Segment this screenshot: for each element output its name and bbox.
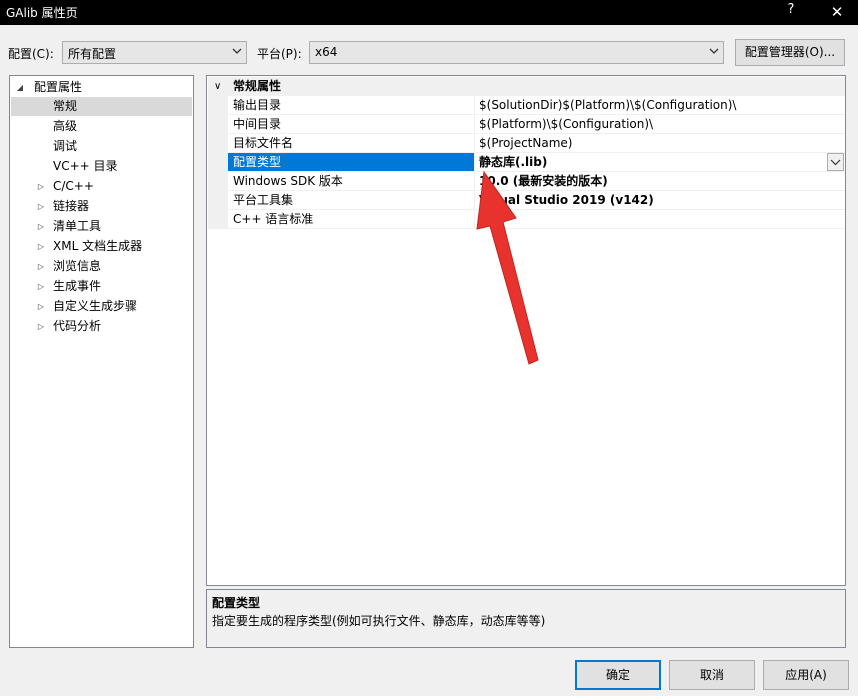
apply-button[interactable]: 应用(A) <box>763 660 849 690</box>
property-row-configuration-type[interactable]: 配置类型 静态库(.lib) <box>208 153 845 172</box>
ok-button[interactable]: 确定 <box>575 660 661 690</box>
tree-item-debugging[interactable]: 调试 <box>11 137 192 156</box>
property-name: 中间目录 <box>228 115 475 134</box>
property-row-target-name[interactable]: 目标文件名 $(ProjectName) <box>208 134 845 153</box>
property-value[interactable]: $(ProjectName) <box>476 134 845 153</box>
property-row-intermediate-dir[interactable]: 中间目录 $(Platform)\$(Configuration)\ <box>208 115 845 134</box>
property-name: 配置类型 <box>228 153 475 172</box>
platform-label: 平台(P): <box>257 47 302 61</box>
config-select-value: 所有配置 <box>68 47 117 61</box>
property-value[interactable]: Visual Studio 2019 (v142) <box>476 191 845 210</box>
expanded-triangle-icon[interactable]: ◢ <box>15 78 25 97</box>
property-name: C++ 语言标准 <box>228 210 475 229</box>
property-value[interactable]: 10.0 (最新安装的版本) <box>476 172 845 191</box>
help-button[interactable]: ? <box>781 2 801 17</box>
chevron-down-icon <box>830 159 841 166</box>
chevron-down-icon[interactable]: ∨ <box>214 77 221 96</box>
dropdown-button[interactable] <box>827 153 844 171</box>
tree-item-browse-info[interactable]: ▷ 浏览信息 <box>11 257 192 276</box>
property-tree: ◢ 配置属性 常规 高级 调试 VC++ 目录 ▷ C/C++ ▷ 链接器 ▷ … <box>9 75 194 648</box>
property-grid: ∨ 常规属性 输出目录 $(SolutionDir)$(Platform)\$(… <box>206 75 846 586</box>
property-value[interactable]: 静态库(.lib) <box>476 153 845 172</box>
property-row-windows-sdk-version[interactable]: Windows SDK 版本 10.0 (最新安装的版本) <box>208 172 845 191</box>
description-title: 配置类型 <box>212 596 261 610</box>
window-title: GAlib 属性页 <box>6 6 78 20</box>
chevron-down-icon <box>709 48 719 54</box>
tree-root-config-properties[interactable]: ◢ 配置属性 <box>11 78 192 97</box>
cancel-button[interactable]: 取消 <box>669 660 755 690</box>
platform-select[interactable]: x64 <box>309 41 724 64</box>
tree-item-manifest-tool[interactable]: ▷ 清单工具 <box>11 217 192 236</box>
property-group-general[interactable]: ∨ 常规属性 <box>208 77 845 96</box>
tree-item-advanced[interactable]: 高级 <box>11 117 192 136</box>
tree-item-build-events[interactable]: ▷ 生成事件 <box>11 277 192 296</box>
tree-item-custom-build-step[interactable]: ▷ 自定义生成步骤 <box>11 297 192 316</box>
property-row-output-dir[interactable]: 输出目录 $(SolutionDir)$(Platform)\$(Configu… <box>208 96 845 115</box>
tree-item-cpp[interactable]: ▷ C/C++ <box>11 177 192 196</box>
tree-item-general[interactable]: 常规 <box>11 97 192 116</box>
description-text: 指定要生成的程序类型(例如可执行文件、静态库，动态库等等) <box>212 614 546 628</box>
collapsed-triangle-icon[interactable]: ▷ <box>36 217 46 236</box>
property-name: Windows SDK 版本 <box>228 172 475 191</box>
tree-item-linker[interactable]: ▷ 链接器 <box>11 197 192 216</box>
property-value[interactable]: $(Platform)\$(Configuration)\ <box>476 115 845 134</box>
collapsed-triangle-icon[interactable]: ▷ <box>36 277 46 296</box>
collapsed-triangle-icon[interactable]: ▷ <box>36 317 46 336</box>
tree-item-xml-doc-generator[interactable]: ▷ XML 文档生成器 <box>11 237 192 256</box>
property-name: 平台工具集 <box>228 191 475 210</box>
chevron-down-icon <box>232 48 242 54</box>
config-select[interactable]: 所有配置 <box>62 41 247 64</box>
property-name: 输出目录 <box>228 96 475 115</box>
close-button[interactable]: ✕ <box>822 0 852 25</box>
collapsed-triangle-icon[interactable]: ▷ <box>36 197 46 216</box>
tree-item-code-analysis[interactable]: ▷ 代码分析 <box>11 317 192 336</box>
config-label: 配置(C): <box>8 47 54 61</box>
description-pane: 配置类型 指定要生成的程序类型(例如可执行文件、静态库，动态库等等) <box>206 589 846 648</box>
property-value[interactable]: 默认 <box>476 210 845 229</box>
collapsed-triangle-icon[interactable]: ▷ <box>36 297 46 316</box>
collapsed-triangle-icon[interactable]: ▷ <box>36 257 46 276</box>
collapsed-triangle-icon[interactable]: ▷ <box>36 237 46 256</box>
platform-select-value: x64 <box>315 45 338 59</box>
property-value[interactable]: $(SolutionDir)$(Platform)\$(Configuratio… <box>476 96 845 115</box>
property-name: 目标文件名 <box>228 134 475 153</box>
config-manager-button[interactable]: 配置管理器(O)... <box>735 39 845 66</box>
collapsed-triangle-icon[interactable]: ▷ <box>36 177 46 196</box>
property-row-platform-toolset[interactable]: 平台工具集 Visual Studio 2019 (v142) <box>208 191 845 210</box>
title-bar: GAlib 属性页 ? ✕ <box>0 0 858 25</box>
tree-item-vc-directories[interactable]: VC++ 目录 <box>11 157 192 176</box>
property-row-cpp-language-standard[interactable]: C++ 语言标准 默认 <box>208 210 845 229</box>
